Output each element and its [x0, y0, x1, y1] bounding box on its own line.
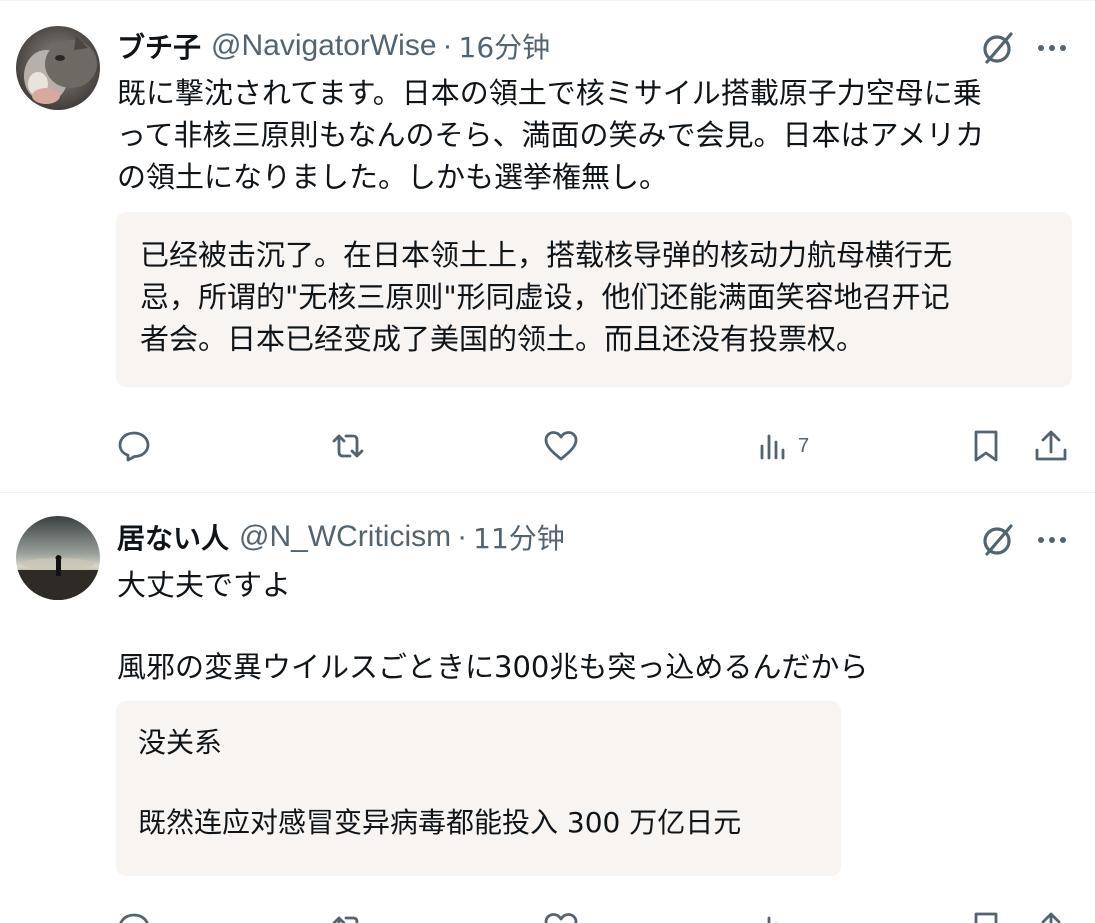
user-handle[interactable]: @N_WCriticism: [239, 520, 451, 554]
more-icon[interactable]: [1032, 520, 1072, 560]
tweet-text-line: の領土になりました。しかも選挙権無し。: [117, 160, 669, 194]
translation-box: 没关系 既然连应对感冒变异病毒都能投入 300 万亿日元: [116, 701, 841, 876]
translation-line: 已经被击沉了。在日本领土上，搭载核导弹的核动力航母横行无: [140, 238, 953, 272]
reply-icon: [119, 913, 149, 923]
tweet-text: 大丈夫ですよ 風邪の変異ウイルスごときに300兆も突っ込めるんだから: [117, 564, 1077, 688]
like-icon: [544, 431, 578, 461]
share-button[interactable]: [1033, 900, 1069, 923]
tweet[interactable]: 居ない人 @N_WCriticism · 11分钟 大丈夫ですよ 風邪の変異ウイ…: [0, 492, 1095, 923]
display-name[interactable]: ブチ子: [117, 26, 201, 66]
views-count: 7: [798, 434, 810, 457]
action-bar: 7: [0, 418, 1095, 478]
action-bar: [0, 900, 1095, 923]
grok-icon[interactable]: [978, 520, 1018, 560]
views-button[interactable]: [756, 900, 792, 923]
reply-button[interactable]: [116, 900, 152, 923]
repost-icon: [332, 434, 364, 458]
views-button[interactable]: 7: [756, 418, 809, 474]
display-name[interactable]: 居ない人: [117, 517, 229, 557]
like-button[interactable]: [543, 900, 579, 923]
bookmark-icon: [974, 912, 998, 923]
share-icon: [1035, 430, 1067, 461]
reply-button[interactable]: [116, 418, 152, 474]
translation-box: 已经被击沉了。在日本领土上，搭载核导弹的核动力航母横行无 忌，所谓的"无核三原则…: [116, 212, 1072, 387]
divider: [0, 492, 1095, 493]
bookmark-button[interactable]: [968, 900, 1004, 923]
tweet-text: 既に撃沈されてます。日本の領土で核ミサイル搭載原子力空母に乗 って非核三原則もな…: [117, 72, 1077, 198]
tweet-header: 居ない人 @N_WCriticism · 11分钟: [117, 517, 565, 557]
repost-button[interactable]: [330, 900, 366, 923]
tweet-text-line: 既に撃沈されてます。日本の領土で核ミサイル搭載原子力空母に乗: [117, 76, 982, 110]
tweet-text-line: 風邪の変異ウイルスごときに300兆も突っ込めるんだから: [117, 650, 869, 684]
divider: [0, 0, 1095, 1]
reply-icon: [118, 431, 150, 462]
views-icon: [760, 434, 785, 460]
tweet-text-line: 大丈夫ですよ: [117, 568, 292, 602]
repost-icon: [332, 916, 359, 923]
translation-line: 忌，所谓的"无核三原则"形同虚设，他们还能满面笑容地召开记: [140, 280, 950, 314]
separator: ·: [442, 29, 453, 62]
views-icon: [767, 916, 777, 923]
translation-line: 没关系: [138, 726, 223, 759]
like-button[interactable]: [543, 418, 579, 474]
translation-line: 者会。日本已经变成了美国的领土。而且还没有投票权。: [140, 322, 866, 356]
tweet-text-line: って非核三原則もなんのそら、満面の笑みで会見。日本はアメリカ: [117, 118, 985, 152]
separator: ·: [457, 520, 468, 553]
timestamp[interactable]: 16分钟: [459, 26, 551, 66]
avatar[interactable]: [16, 516, 100, 600]
user-handle[interactable]: @NavigatorWise: [211, 29, 437, 63]
share-icon: [1041, 912, 1061, 923]
like-icon: [544, 913, 578, 923]
more-icon[interactable]: [1032, 28, 1072, 68]
tweet-header: ブチ子 @NavigatorWise · 16分钟: [117, 26, 550, 66]
timestamp[interactable]: 11分钟: [473, 517, 565, 557]
bookmark-button[interactable]: [968, 418, 1004, 474]
bookmark-icon: [974, 430, 998, 462]
avatar[interactable]: [16, 26, 100, 110]
repost-button[interactable]: [330, 418, 366, 474]
translation-line: 既然连应对感冒变异病毒都能投入 300 万亿日元: [138, 806, 742, 839]
tweet[interactable]: ブチ子 @NavigatorWise · 16分钟 既に撃沈されてます。日本の領…: [0, 0, 1095, 492]
share-button[interactable]: [1033, 418, 1069, 474]
grok-icon[interactable]: [978, 28, 1018, 68]
